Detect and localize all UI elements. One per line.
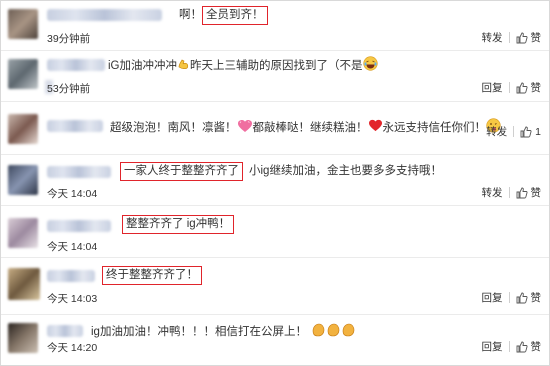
comment-row: 一家人终于整整齐齐了 小ig继续加油，金主也要多多支持哦！ 今天 14:04 转发…: [1, 155, 549, 206]
thumbs-up-icon: [516, 82, 528, 93]
like-button[interactable]: 1: [520, 126, 541, 138]
thumbs-up-icon: [516, 187, 528, 198]
comment-row: ig加油加油！冲鸭！！！相信打在公屏上！ 今天 14:20 回复 赞: [1, 315, 549, 363]
comment-row: iG加油冲冲冲 昨天上三辅助的原因找到了（不是 53分钟前 回复 赞: [1, 51, 549, 102]
like-label: 赞: [530, 292, 542, 304]
comment-text: ig加油加油！冲鸭！！！相信打在公屏上！: [91, 322, 357, 342]
timestamp: 今天 14:03: [47, 293, 98, 305]
username-blurred[interactable]: [47, 166, 111, 178]
highlighted-text: 整整齐齐了 ig冲鸭！: [122, 215, 235, 234]
username-blurred[interactable]: [47, 220, 111, 232]
comment-text-part: 超级泡泡！南风！凛酱！: [110, 122, 237, 135]
comment-actions: 回复 赞: [482, 339, 542, 354]
divider: [508, 341, 510, 352]
comment-row: 终于整整齐齐了！ 今天 14:03 回复 赞: [1, 258, 549, 315]
username-blurred[interactable]: [47, 59, 105, 71]
timestamp: 53分钟前: [47, 83, 91, 95]
avatar[interactable]: [8, 165, 38, 195]
comment-list: 啊！ 全员到齐！ 39分钟前 转发 赞 iG加油冲冲冲 昨天上三辅助的原因找到了（不…: [0, 0, 550, 366]
comment-text-part: 永远支持信任你们！: [382, 122, 487, 135]
comment-text: 终于整整齐齐了！: [102, 266, 202, 285]
comment-text: iG加油冲冲冲 昨天上三辅助的原因找到了（不是: [108, 56, 378, 76]
timestamp: 今天 14:20: [47, 342, 98, 354]
flexed-biceps-icon: [177, 57, 190, 75]
comment-text: 一家人终于整整齐齐了 小ig继续加油，金主也要多多支持哦！: [120, 162, 442, 181]
comment-actions: 回复 赞: [482, 290, 542, 305]
comment-actions: 转发 赞: [482, 30, 542, 45]
comment-row: 超级泡泡！南风！凛酱！ 都敲棒哒！继续糕油！ 永远支持信任你们！ 转发 1: [1, 102, 549, 155]
like-label: 赞: [530, 82, 542, 94]
heart-pink-icon: [237, 119, 253, 138]
thumbs-up-icon: [520, 126, 532, 137]
comment-text-part: 小ig继续加油，金主也要多多支持哦！: [249, 165, 442, 177]
like-button[interactable]: 赞: [516, 290, 542, 305]
comment-text-part: 啊！: [179, 9, 202, 21]
divider: [508, 187, 510, 198]
comment-text: 超级泡泡！南风！凛酱！ 都敲棒哒！继续糕油！ 永远支持信任你们！: [110, 118, 501, 138]
thumbs-up-icon: [516, 32, 528, 43]
timestamp: 39分钟前: [47, 33, 91, 45]
thumbs-up-icon: [516, 292, 528, 303]
comment-row: 整整齐齐了 ig冲鸭！ 今天 14:04: [1, 206, 549, 258]
like-label: 赞: [530, 32, 542, 44]
comment-actions: 转发 1: [486, 124, 541, 139]
username-blurred[interactable]: [47, 325, 83, 337]
avatar[interactable]: [8, 323, 38, 353]
avatar[interactable]: [8, 114, 38, 144]
repost-button[interactable]: 转发: [486, 124, 507, 139]
highlighted-text: 终于整整齐齐了！: [102, 266, 202, 285]
comment-actions: 转发 赞: [482, 185, 542, 200]
reply-button[interactable]: 回复: [482, 80, 503, 95]
comment-text: 整整齐齐了 ig冲鸭！: [122, 215, 235, 234]
comment-text-part: iG加油冲冲冲: [108, 60, 177, 73]
username-blurred[interactable]: [47, 120, 103, 132]
comment-text-part: ig加油加油！冲鸭！！！相信打在公屏上！: [91, 326, 307, 339]
highlighted-text: 全员到齐！: [202, 6, 268, 25]
clapping-hands-icon: [311, 322, 357, 342]
like-label: 赞: [530, 187, 542, 199]
username-blurred[interactable]: [47, 270, 95, 282]
reply-button[interactable]: 回复: [482, 339, 503, 354]
like-button[interactable]: 赞: [516, 80, 542, 95]
highlighted-text: 一家人终于整整齐齐了: [120, 162, 243, 181]
reply-button[interactable]: 回复: [482, 290, 503, 305]
like-button[interactable]: 赞: [516, 185, 542, 200]
avatar[interactable]: [8, 59, 38, 89]
avatar[interactable]: [8, 218, 38, 248]
comment-text-part: 都敲棒哒！继续糕油！: [252, 122, 368, 135]
repost-button[interactable]: 转发: [482, 185, 503, 200]
thumbs-up-icon: [516, 341, 528, 352]
like-button[interactable]: 赞: [516, 339, 542, 354]
divider: [513, 126, 515, 137]
like-count: 1: [535, 125, 541, 138]
avatar[interactable]: [8, 268, 40, 300]
comment-text: 啊！ 全员到齐！: [179, 6, 268, 25]
timestamp: 今天 14:04: [47, 188, 98, 200]
comment-actions: 回复 赞: [482, 80, 542, 95]
username-blurred[interactable]: [47, 9, 162, 21]
comment-row: 啊！ 全员到齐！ 39分钟前 转发 赞: [1, 1, 549, 51]
like-button[interactable]: 赞: [516, 30, 542, 45]
divider: [508, 292, 510, 303]
comment-text-part: 昨天上三辅助的原因找到了（不是: [190, 60, 363, 73]
divider: [508, 82, 510, 93]
divider: [508, 32, 510, 43]
repost-button[interactable]: 转发: [482, 30, 503, 45]
timestamp: 今天 14:04: [47, 241, 98, 253]
like-label: 赞: [530, 341, 542, 353]
laughing-face-icon: [362, 56, 378, 76]
heart-red-icon: [368, 119, 383, 137]
avatar[interactable]: [8, 9, 38, 39]
